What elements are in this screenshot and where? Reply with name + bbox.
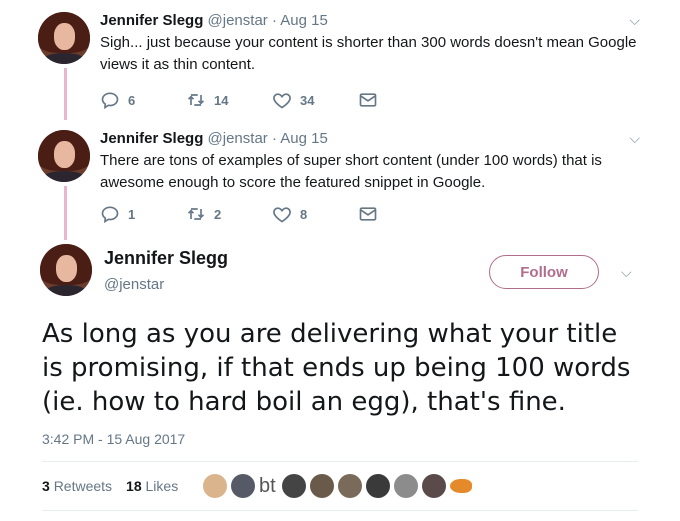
thread-line xyxy=(64,68,67,120)
chevron-down-icon[interactable]: ⌵ xyxy=(621,264,632,281)
liker-avatar[interactable] xyxy=(337,474,362,498)
liker-avatar[interactable] xyxy=(281,474,306,498)
thread-line xyxy=(64,186,67,240)
like-button[interactable]: 34 xyxy=(272,90,358,110)
reply-icon xyxy=(101,206,119,224)
tweet-actions: 6 14 34 xyxy=(100,90,386,110)
author-handle[interactable]: @jenstar xyxy=(104,276,164,293)
envelope-icon xyxy=(359,207,377,221)
tweet-header: Jennifer Slegg @jenstar · Aug 15 xyxy=(100,130,640,148)
chevron-down-icon[interactable]: ⌵ xyxy=(629,130,640,147)
fish-icon[interactable] xyxy=(449,479,472,493)
tweet-text: There are tons of examples of super shor… xyxy=(100,152,602,191)
reply-tweet: Jennifer Slegg @jenstar · Aug 15 ⌵ There… xyxy=(100,130,640,194)
liker-avatar[interactable] xyxy=(365,474,390,498)
envelope-icon xyxy=(359,93,377,107)
avatar[interactable] xyxy=(38,130,90,182)
retweet-button[interactable]: 14 xyxy=(186,90,272,110)
reply-button[interactable]: 1 xyxy=(100,204,186,224)
like-label: Likes xyxy=(145,478,179,494)
retweet-count: 2 xyxy=(214,206,222,222)
liker-avatar-text[interactable]: bt xyxy=(259,474,276,498)
author-handle[interactable]: @jenstar xyxy=(208,12,268,29)
liker-avatar[interactable] xyxy=(231,474,255,498)
heart-icon xyxy=(273,207,291,223)
retweet-count: 14 xyxy=(214,92,229,108)
reply-tweet: Jennifer Slegg @jenstar · Aug 15 ⌵ Sigh.… xyxy=(100,12,640,76)
like-total: 18 xyxy=(126,478,142,494)
retweet-icon xyxy=(187,208,205,220)
tweet-actions: 1 2 8 xyxy=(100,204,386,224)
liker-avatar[interactable] xyxy=(309,474,334,498)
message-button[interactable] xyxy=(358,90,386,110)
divider xyxy=(42,510,638,511)
separator: · xyxy=(271,130,277,147)
tweet-date[interactable]: Aug 15 xyxy=(280,12,328,29)
main-tweet-text: As long as you are delivering what your … xyxy=(42,319,631,417)
follow-button[interactable]: Follow xyxy=(489,255,599,289)
tweet-text: Sigh... just because your content is sho… xyxy=(100,34,637,73)
author-name[interactable]: Jennifer Slegg xyxy=(104,248,228,269)
liker-avatar[interactable] xyxy=(421,474,446,498)
tweet-stats: 3 Retweets 18 Likes xyxy=(42,478,178,494)
tweet-date[interactable]: Aug 15 xyxy=(280,130,328,147)
message-button[interactable] xyxy=(358,204,386,224)
avatar[interactable] xyxy=(40,244,92,296)
retweets-stat[interactable]: 3 Retweets xyxy=(42,478,112,494)
reply-icon xyxy=(101,92,119,110)
chevron-down-icon[interactable]: ⌵ xyxy=(629,12,640,29)
liker-avatars: bt xyxy=(203,474,472,498)
tweet-header: Jennifer Slegg @jenstar · Aug 15 xyxy=(100,12,640,30)
reply-count: 1 xyxy=(128,206,136,222)
retweet-button[interactable]: 2 xyxy=(186,204,272,224)
reply-count: 6 xyxy=(128,92,136,108)
author-name[interactable]: Jennifer Slegg xyxy=(100,12,203,29)
avatar[interactable] xyxy=(38,12,90,64)
like-count: 8 xyxy=(300,206,308,222)
retweet-icon xyxy=(187,94,205,106)
tweet-timestamp[interactable]: 3:42 PM - 15 Aug 2017 xyxy=(42,431,185,447)
retweet-total: 3 xyxy=(42,478,50,494)
divider xyxy=(42,461,638,462)
author-handle[interactable]: @jenstar xyxy=(208,130,268,147)
author-name[interactable]: Jennifer Slegg xyxy=(100,130,203,147)
heart-icon xyxy=(273,93,291,109)
liker-avatar[interactable] xyxy=(203,474,227,498)
reply-button[interactable]: 6 xyxy=(100,90,186,110)
like-button[interactable]: 8 xyxy=(272,204,358,224)
likes-stat[interactable]: 18 Likes xyxy=(126,478,178,494)
liker-avatar[interactable] xyxy=(393,474,418,498)
like-count: 34 xyxy=(300,92,315,108)
separator: · xyxy=(271,12,277,29)
retweet-label: Retweets xyxy=(53,478,113,494)
